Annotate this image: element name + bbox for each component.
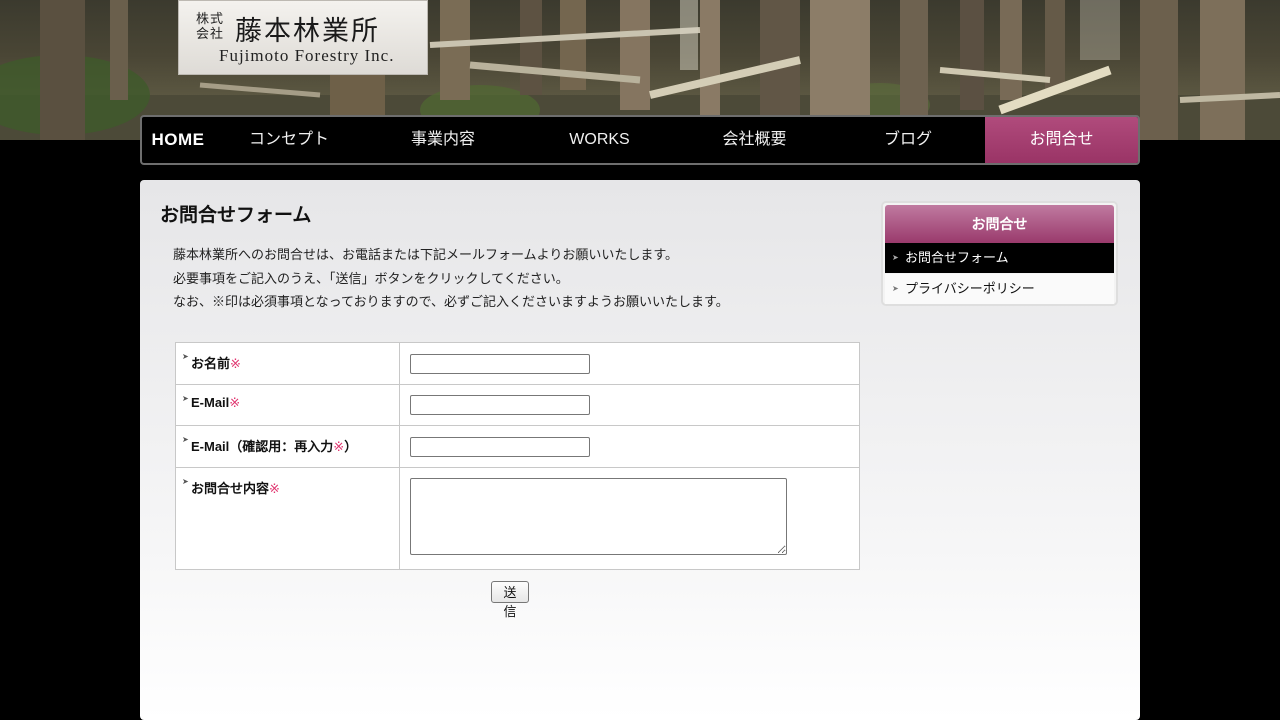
sidebar-item-privacy-policy[interactable]: ➤ プライバシーポリシー [885, 274, 1114, 304]
field-label: ➤ E-Mail（確認用：再入力※） [175, 425, 400, 468]
message-textarea[interactable] [410, 477, 787, 555]
sidebar-contact-menu: お問合せ ➤ お問合せフォーム ➤ プライバシーポリシー [881, 201, 1118, 306]
form-row-message: ➤ お問合せ内容※ [175, 466, 860, 570]
required-mark: ※ [229, 394, 241, 410]
required-mark: ※ [333, 439, 345, 454]
nav-works[interactable]: WORKS [522, 117, 677, 163]
sidebar-item-contact-form[interactable]: ➤ お問合せフォーム [885, 243, 1114, 273]
logo-company-name: 藤本林業所 [235, 16, 380, 47]
bullet-arrow-icon: ➤ [182, 393, 189, 403]
required-mark: ※ [269, 480, 280, 496]
logo-company-name-en: Fujimoto Forestry Inc. [219, 46, 395, 65]
nav-concept[interactable]: コンセプト [214, 117, 364, 163]
bullet-arrow-icon: ➤ [182, 476, 189, 486]
page-title: お問合せフォーム [160, 205, 312, 226]
company-logo[interactable]: 株式会社 藤本林業所 Fujimoto Forestry Inc. [178, 0, 428, 75]
contact-form-table: ➤ お名前※ ➤ E-Mail※ ➤ E-Mail（確認用：再入力※） ➤ お問… [175, 342, 860, 570]
main-content: お問合せフォーム 藤本林業所へのお問合せは、お電話または下記メールフォームよりお… [140, 180, 1140, 720]
global-nav: HOME コンセプト 事業内容 WORKS 会社概要 ブログ お問合せ [140, 115, 1140, 165]
field-label: ➤ お問合せ内容※ [175, 466, 400, 570]
intro-line: 藤本林業所へのお問合せは、お電話または下記メールフォームよりお願いいたします。 [173, 247, 679, 262]
email-label: E-Mail [191, 394, 230, 410]
sidebar-title: お問合せ [885, 205, 1114, 243]
nav-contact[interactable]: お問合せ [985, 117, 1138, 163]
required-mark: ※ [230, 356, 241, 371]
logo-company-prefix: 株式会社 [196, 12, 225, 42]
bullet-arrow-icon: ➤ [182, 435, 189, 444]
email-confirm-label-close: ） [344, 439, 358, 454]
submit-button[interactable]: 送 信 [491, 581, 529, 619]
message-label: お問合せ内容 [191, 480, 270, 496]
nav-company[interactable]: 会社概要 [677, 117, 832, 163]
form-row-email-confirm: ➤ E-Mail（確認用：再入力※） [175, 425, 860, 468]
bullet-arrow-icon: ➤ [892, 284, 899, 293]
email-confirm-input[interactable] [410, 436, 590, 457]
email-input[interactable] [410, 395, 590, 415]
sidebar-item-label: プライバシーポリシー [905, 281, 1035, 296]
email-confirm-label: E-Mail（確認用：再入力 [191, 439, 334, 454]
name-input[interactable] [410, 353, 590, 374]
bullet-arrow-icon: ➤ [892, 253, 899, 262]
field-label: ➤ お名前※ [175, 342, 400, 385]
form-row-email: ➤ E-Mail※ [175, 383, 860, 426]
sidebar-item-label: お問合せフォーム [905, 250, 1009, 265]
nav-blog[interactable]: ブログ [832, 117, 984, 163]
form-row-name: ➤ お名前※ [175, 342, 860, 385]
field-label: ➤ E-Mail※ [175, 383, 400, 426]
intro-text: 藤本林業所へのお問合せは、お電話または下記メールフォームよりお願いいたします。 … [173, 243, 729, 314]
name-label: お名前 [191, 356, 231, 371]
bullet-arrow-icon: ➤ [182, 352, 189, 361]
intro-line: 必要事項をご記入のうえ、「送信」ボタンをクリックしてください。 [173, 270, 569, 286]
intro-line: なお、※印は必須事項となっておりますので、必ずご記入くださいますようお願いいたし… [173, 294, 729, 309]
nav-business[interactable]: 事業内容 [364, 117, 522, 163]
nav-home[interactable]: HOME [142, 117, 214, 163]
